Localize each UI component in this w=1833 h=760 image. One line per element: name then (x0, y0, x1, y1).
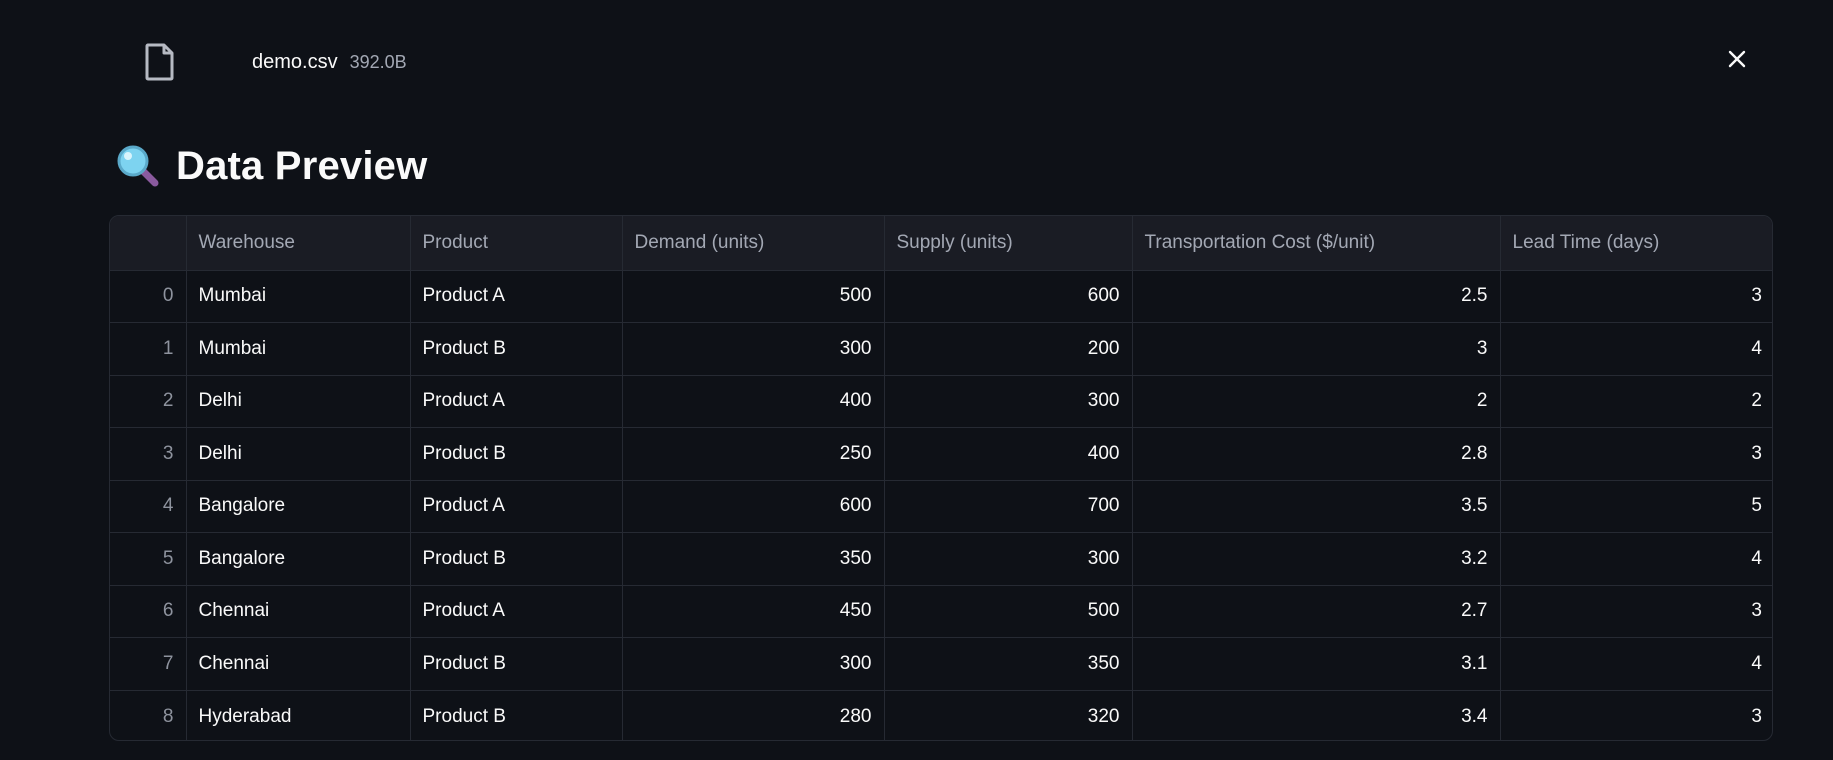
cell-product[interactable]: Product A (410, 270, 623, 323)
cell-lead-time[interactable]: 3 (1500, 585, 1772, 638)
cell-lead-time[interactable]: 5 (1500, 480, 1772, 533)
cell-transportation-cost[interactable]: 2.7 (1132, 585, 1501, 638)
table-row: 7 Chennai Product B 300 350 3.1 4 (110, 637, 1772, 691)
cell-product[interactable]: Product B (410, 690, 623, 740)
cell-product[interactable]: Product B (410, 322, 623, 376)
column-header-transportation-cost[interactable]: Transportation Cost ($/unit) (1132, 216, 1501, 271)
table-row: 3 Delhi Product B 250 400 2.8 3 (110, 427, 1772, 481)
cell-lead-time[interactable]: 3 (1500, 427, 1772, 481)
row-index: 6 (110, 585, 187, 638)
table-row: 5 Bangalore Product B 350 300 3.2 4 (110, 532, 1772, 586)
cell-warehouse[interactable]: Mumbai (186, 322, 411, 376)
cell-product[interactable]: Product B (410, 637, 623, 691)
cell-transportation-cost[interactable]: 3.1 (1132, 637, 1501, 691)
row-index: 8 (110, 690, 187, 740)
uploaded-file-row: demo.csv 392.0B (140, 40, 407, 84)
cell-demand[interactable]: 280 (622, 690, 885, 740)
cell-warehouse[interactable]: Chennai (186, 585, 411, 638)
column-header-warehouse[interactable]: Warehouse (186, 216, 411, 271)
cell-warehouse[interactable]: Delhi (186, 375, 411, 428)
cell-lead-time[interactable]: 4 (1500, 532, 1772, 586)
table-row: 1 Mumbai Product B 300 200 3 4 (110, 322, 1772, 376)
table-row: 2 Delhi Product A 400 300 2 2 (110, 375, 1772, 428)
column-header-product[interactable]: Product (410, 216, 623, 271)
cell-transportation-cost[interactable]: 3 (1132, 322, 1501, 376)
cell-supply[interactable]: 600 (884, 270, 1133, 323)
cell-transportation-cost[interactable]: 3.4 (1132, 690, 1501, 740)
data-preview-table[interactable]: Warehouse Product Demand (units) Supply … (109, 215, 1773, 741)
cell-transportation-cost[interactable]: 3.2 (1132, 532, 1501, 586)
cell-warehouse[interactable]: Chennai (186, 637, 411, 691)
cell-supply[interactable]: 400 (884, 427, 1133, 481)
row-index: 1 (110, 322, 187, 376)
table-row: 0 Mumbai Product A 500 600 2.5 3 (110, 270, 1772, 323)
cell-transportation-cost[interactable]: 2.8 (1132, 427, 1501, 481)
row-index: 0 (110, 270, 187, 323)
cell-supply[interactable]: 700 (884, 480, 1133, 533)
cell-demand[interactable]: 400 (622, 375, 885, 428)
cell-product[interactable]: Product A (410, 375, 623, 428)
cell-demand[interactable]: 350 (622, 532, 885, 586)
row-index: 5 (110, 532, 187, 586)
cell-warehouse[interactable]: Hyderabad (186, 690, 411, 740)
cell-warehouse[interactable]: Delhi (186, 427, 411, 481)
row-index: 7 (110, 637, 187, 691)
cell-warehouse[interactable]: Mumbai (186, 270, 411, 323)
column-header-lead-time[interactable]: Lead Time (days) (1500, 216, 1772, 271)
cell-lead-time[interactable]: 3 (1500, 690, 1772, 740)
column-header-supply[interactable]: Supply (units) (884, 216, 1133, 271)
cell-supply[interactable]: 300 (884, 532, 1133, 586)
magnifying-glass-icon (114, 142, 162, 190)
row-index: 2 (110, 375, 187, 428)
cell-lead-time[interactable]: 4 (1500, 637, 1772, 691)
cell-supply[interactable]: 300 (884, 375, 1133, 428)
close-icon (1727, 49, 1747, 74)
cell-demand[interactable]: 600 (622, 480, 885, 533)
cell-demand[interactable]: 500 (622, 270, 885, 323)
file-icon (140, 40, 180, 84)
row-index: 4 (110, 480, 187, 533)
cell-supply[interactable]: 500 (884, 585, 1133, 638)
cell-warehouse[interactable]: Bangalore (186, 532, 411, 586)
section-heading: Data Preview (114, 138, 427, 194)
file-name: demo.csv (252, 50, 338, 73)
cell-lead-time[interactable]: 4 (1500, 322, 1772, 376)
table-row: 4 Bangalore Product A 600 700 3.5 5 (110, 480, 1772, 533)
cell-demand[interactable]: 250 (622, 427, 885, 481)
cell-lead-time[interactable]: 3 (1500, 270, 1772, 323)
cell-lead-time[interactable]: 2 (1500, 375, 1772, 428)
close-button[interactable] (1720, 44, 1754, 78)
cell-product[interactable]: Product B (410, 427, 623, 481)
column-header-index (110, 216, 187, 271)
cell-supply[interactable]: 200 (884, 322, 1133, 376)
cell-demand[interactable]: 450 (622, 585, 885, 638)
row-index: 3 (110, 427, 187, 481)
cell-product[interactable]: Product B (410, 532, 623, 586)
table-row: 8 Hyderabad Product B 280 320 3.4 3 (110, 690, 1772, 740)
cell-supply[interactable]: 320 (884, 690, 1133, 740)
table-row: 6 Chennai Product A 450 500 2.7 3 (110, 585, 1772, 638)
cell-transportation-cost[interactable]: 3.5 (1132, 480, 1501, 533)
cell-warehouse[interactable]: Bangalore (186, 480, 411, 533)
cell-product[interactable]: Product A (410, 585, 623, 638)
table-header-row: Warehouse Product Demand (units) Supply … (110, 216, 1772, 271)
cell-demand[interactable]: 300 (622, 637, 885, 691)
file-size: 392.0B (349, 51, 407, 72)
cell-supply[interactable]: 350 (884, 637, 1133, 691)
cell-transportation-cost[interactable]: 2 (1132, 375, 1501, 428)
page-title: Data Preview (176, 143, 428, 188)
column-header-demand[interactable]: Demand (units) (622, 216, 885, 271)
cell-product[interactable]: Product A (410, 480, 623, 533)
cell-transportation-cost[interactable]: 2.5 (1132, 270, 1501, 323)
cell-demand[interactable]: 300 (622, 322, 885, 376)
